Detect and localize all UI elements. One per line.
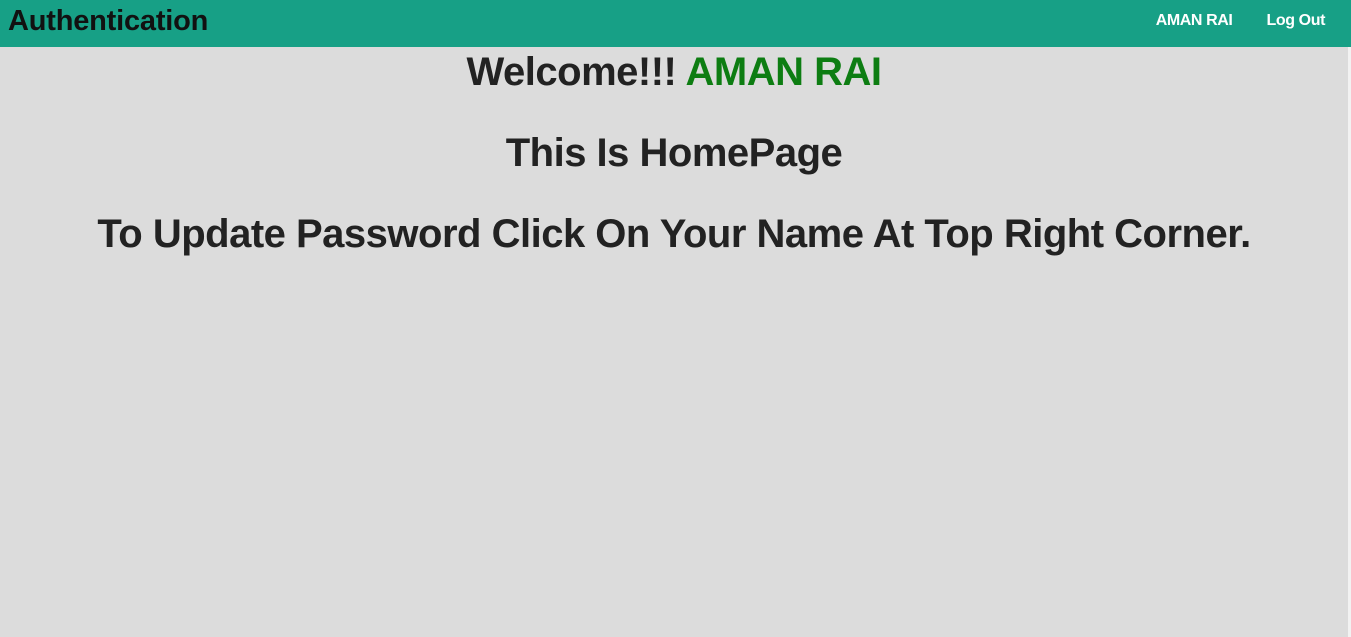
home-content: Welcome!!! AMAN RAI This Is HomePage To … — [0, 47, 1348, 637]
logout-link[interactable]: Log Out — [1266, 12, 1325, 30]
navbar-links: AMAN RAI Log Out — [1156, 11, 1326, 31]
welcome-prefix: Welcome!!! — [466, 50, 686, 94]
welcome-user-name: AMAN RAI — [685, 50, 882, 94]
user-name-link[interactable]: AMAN RAI — [1156, 12, 1233, 30]
welcome-heading: Welcome!!! AMAN RAI — [0, 49, 1348, 95]
brand-link[interactable]: Authentication — [8, 5, 208, 37]
top-navbar: Authentication AMAN RAI Log Out — [0, 0, 1351, 47]
homepage-heading: This Is HomePage — [505, 131, 843, 175]
password-update-instruction: To Update Password Click On Your Name At… — [97, 212, 1251, 256]
